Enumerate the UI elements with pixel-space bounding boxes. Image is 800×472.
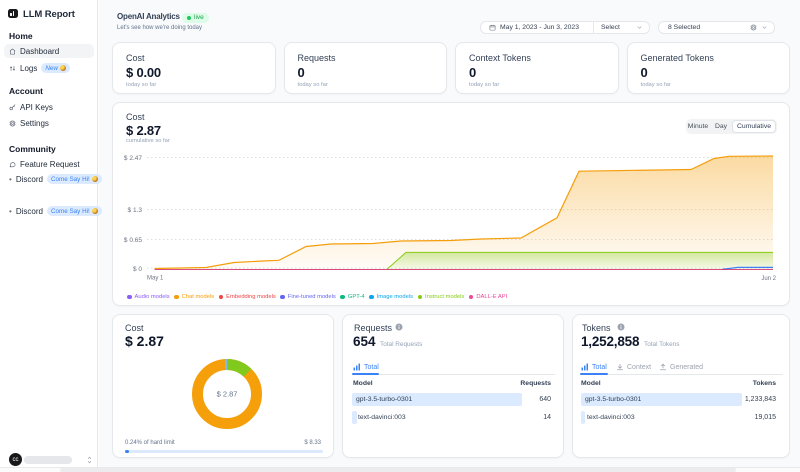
svg-text:$ 2.87: $ 2.87: [217, 390, 238, 399]
svg-text:Jun 2: Jun 2: [761, 276, 776, 282]
svg-text:$ 2.47: $ 2.47: [124, 155, 142, 162]
svg-text:May 1: May 1: [147, 276, 164, 282]
svg-text:$ 0.65: $ 0.65: [124, 237, 142, 244]
svg-text:$ 0: $ 0: [133, 266, 142, 273]
svg-text:$ 1.3: $ 1.3: [128, 207, 143, 214]
